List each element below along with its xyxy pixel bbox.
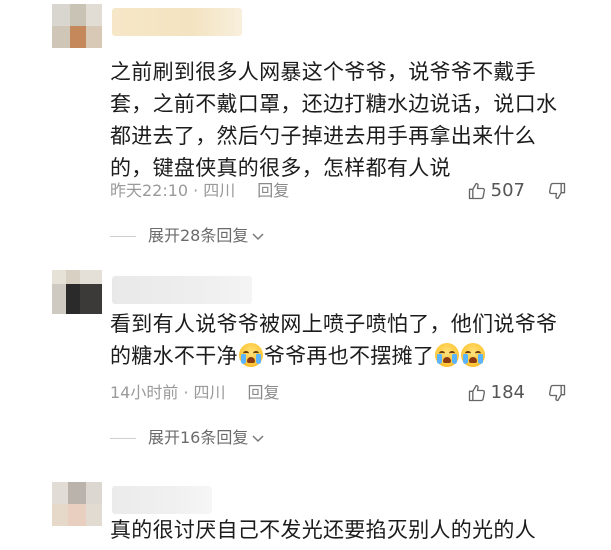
- divider-dash: [110, 437, 136, 439]
- avatar[interactable]: [52, 270, 102, 314]
- comment-time: 14小时前: [110, 383, 179, 402]
- thumbs-down-icon: [548, 182, 566, 200]
- avatar[interactable]: [52, 4, 102, 48]
- username[interactable]: [112, 486, 212, 514]
- chevron-down-icon: [252, 233, 264, 241]
- reply-button[interactable]: 回复: [247, 383, 279, 402]
- thumbs-down-icon: [548, 384, 566, 402]
- dislike-button[interactable]: [547, 178, 567, 204]
- comment-text: 真的很讨厌自己不发光还要掐灭别人的光的人: [110, 514, 580, 546]
- like-count: 507: [490, 180, 525, 201]
- expand-replies-button[interactable]: 展开28条回复: [110, 224, 265, 248]
- crying-face-emoji: [238, 343, 263, 367]
- comment-text: 之前刷到很多人网暴这个爷爷，说爷爷不戴手 套，之前不戴口罩，还边打糖水边说话，说…: [110, 56, 580, 184]
- comment-text-line: 看到有人说爷爷被网上喷子喷怕了，他们说爷爷: [110, 312, 558, 336]
- comment-meta: 昨天22:10 · 四川 回复: [110, 178, 289, 204]
- comment-text-line: 都进去了，然后勺子掉进去用手再拿出来什么: [110, 124, 536, 148]
- comment-location: 四川: [193, 383, 226, 402]
- comment-text-line: 套，之前不戴口罩，还边打糖水边说话，说口水: [110, 92, 558, 116]
- thumbs-up-icon: [468, 182, 485, 200]
- comment-meta: 14小时前 · 四川 回复: [110, 380, 280, 406]
- comment-text-segment: 爷爷再也不摆摊了: [263, 344, 435, 368]
- reply-button[interactable]: 回复: [257, 181, 289, 200]
- thumbs-up-icon: [468, 384, 485, 402]
- dislike-button[interactable]: [547, 380, 567, 406]
- avatar[interactable]: [52, 482, 102, 526]
- comment-location: 四川: [203, 181, 236, 200]
- like-count: 184: [490, 382, 525, 403]
- like-button[interactable]: 184: [467, 380, 525, 406]
- comment-text-line: 真的很讨厌自己不发光还要掐灭别人的光的人: [110, 518, 536, 542]
- expand-replies-label: 展开16条回复: [148, 428, 249, 447]
- like-button[interactable]: 507: [467, 178, 525, 204]
- separator-dot: ·: [193, 181, 199, 200]
- expand-replies-label: 展开28条回复: [148, 226, 249, 245]
- comment-text-line: 之前刷到很多人网暴这个爷爷，说爷爷不戴手: [110, 60, 536, 84]
- comment-time: 昨天22:10: [110, 181, 189, 200]
- comment-text: 看到有人说爷爷被网上喷子喷怕了，他们说爷爷 的糖水不干净 爷爷再也不摆摊了: [110, 308, 580, 372]
- comment-text-line: 的糖水不干净 爷爷再也不摆摊了: [110, 340, 580, 372]
- comment-text-segment: 的糖水不干净: [110, 344, 238, 368]
- username[interactable]: [112, 8, 242, 36]
- separator-dot: ·: [183, 383, 189, 402]
- crying-face-emoji: [461, 343, 486, 367]
- expand-replies-button[interactable]: 展开16条回复: [110, 426, 265, 450]
- crying-face-emoji: [435, 343, 460, 367]
- username[interactable]: [112, 276, 252, 304]
- divider-dash: [110, 235, 136, 237]
- chevron-down-icon: [252, 435, 264, 443]
